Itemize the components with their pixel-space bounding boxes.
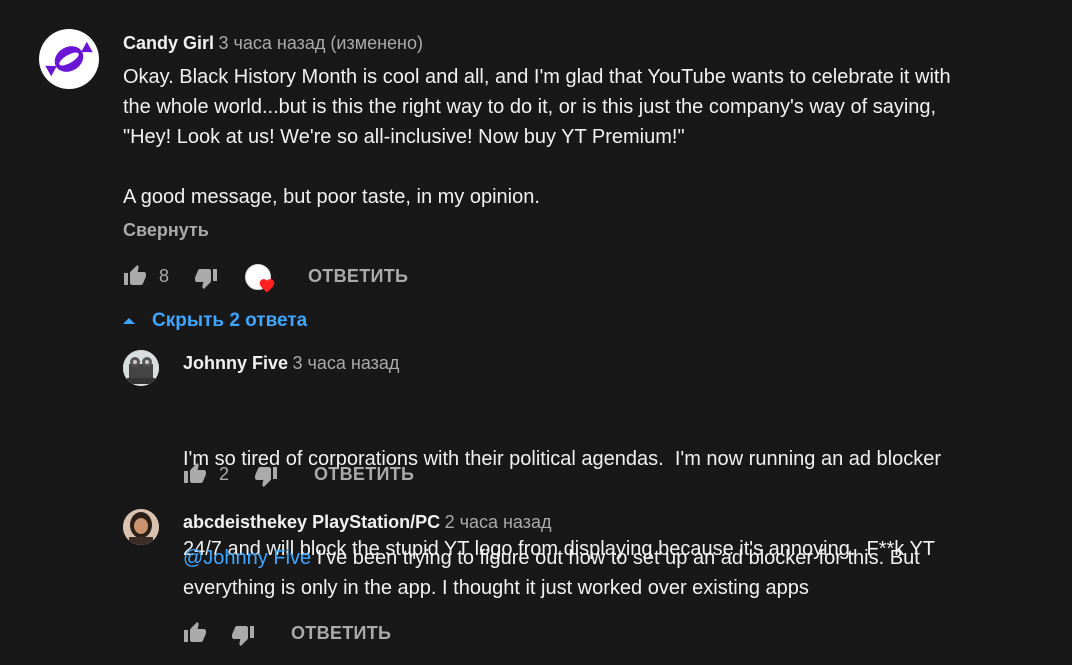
comment-timestamp[interactable]: 3 часа назад (изменено) [218,33,423,53]
thumb-down-icon[interactable] [194,266,218,295]
like-count: 8 [159,266,170,286]
like-count: 2 [219,464,230,484]
reply-author[interactable]: Johnny Five [183,353,288,373]
reply-line-text: I've been trying to figure out how to se… [311,547,920,569]
creator-heart-badge [245,264,279,296]
comment-line: "Hey! Look at us! We're so all-inclusive… [123,126,685,148]
mention-link[interactable]: @Johnny Five [183,547,311,569]
hide-replies-label: Скрыть 2 ответа [152,310,308,331]
thumb-up-icon[interactable] [183,462,207,491]
thumb-up-icon[interactable] [123,264,147,293]
comment-author[interactable]: Candy Girl [123,33,214,53]
reply-line: @Johnny Five I've been trying to figure … [183,543,920,573]
comment-text: Okay. Black History Month is cool and al… [123,62,951,212]
chevron-up-icon [123,317,135,324]
thumb-down-icon[interactable] [254,464,278,493]
reply-timestamp[interactable]: 3 часа назад [292,353,399,373]
reply-button[interactable]: ОТВЕТИТЬ [308,266,408,287]
reply-avatar[interactable] [123,350,159,386]
reply-avatar[interactable] [123,509,159,545]
hide-replies-button[interactable]: Скрыть 2 ответа [122,310,307,332]
candy-logo-icon [45,41,93,77]
reply-timestamp[interactable]: 2 часа назад [445,512,552,532]
collapse-text-button[interactable]: Свернуть [123,220,209,241]
comment-avatar[interactable] [39,29,99,89]
comment-line: the whole world...but is this the right … [123,96,937,118]
thumb-up-icon[interactable] [183,621,207,650]
reply-line: I'm so tired of corporations with their … [183,448,942,470]
robot-avatar-icon [123,350,159,386]
reply-button[interactable]: ОТВЕТИТЬ [291,623,391,644]
comment-line: Okay. Black History Month is cool and al… [123,66,951,88]
reply-button[interactable]: ОТВЕТИТЬ [314,464,414,485]
heart-icon [259,279,275,293]
reply-text: @Johnny Five I've been trying to figure … [183,543,920,603]
thumb-down-icon[interactable] [231,623,255,652]
comment-line: A good message, but poor taste, in my op… [123,186,540,208]
person-avatar-icon [123,509,159,545]
reply-author[interactable]: abcdeisthekey PlayStation/PC [183,512,440,532]
reply-line: everything is only in the app. I thought… [183,577,809,599]
